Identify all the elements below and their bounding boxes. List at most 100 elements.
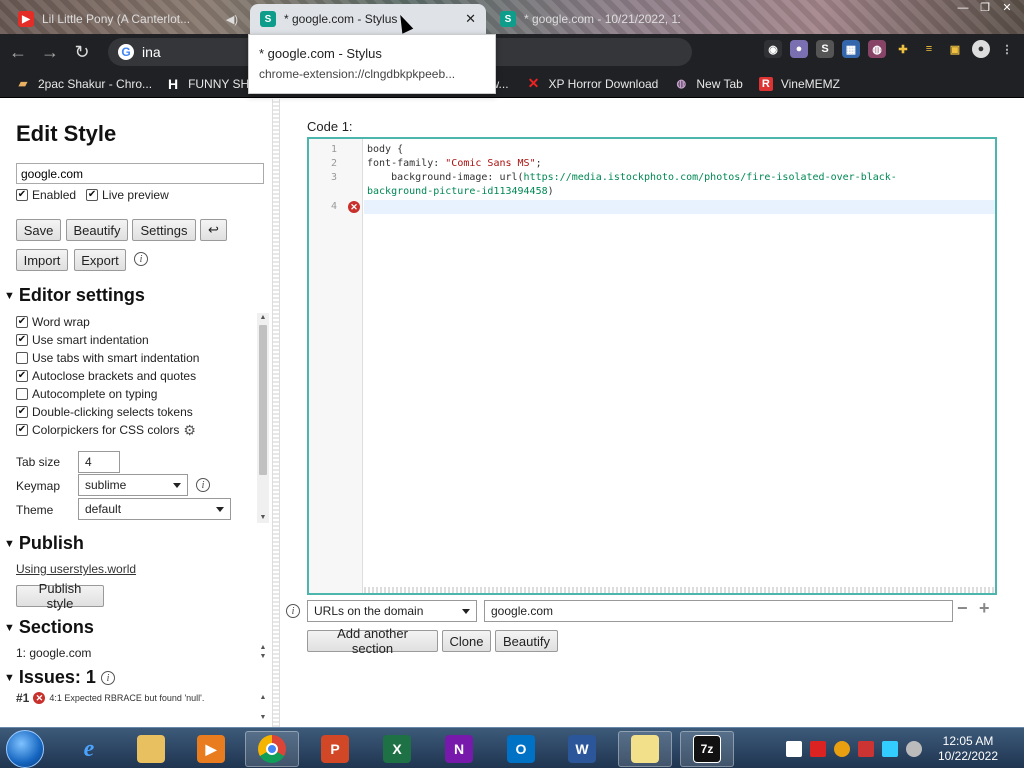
profile-icon[interactable]: ●: [972, 40, 990, 58]
undo-button[interactable]: ↩: [200, 219, 227, 241]
autocomplete-checkbox[interactable]: Autocomplete on typing: [16, 387, 157, 401]
autoclose-checkbox[interactable]: ✔ Autoclose brackets and quotes: [16, 369, 196, 383]
bookmark-item[interactable]: ◍ New Tab: [674, 76, 743, 91]
word-wrap-checkbox[interactable]: ✔ Word wrap: [16, 315, 90, 329]
network-icon[interactable]: [882, 740, 898, 757]
extension-icon[interactable]: ◍: [868, 40, 886, 58]
info-icon[interactable]: i: [101, 671, 115, 685]
scroll-down-icon[interactable]: ▼: [257, 713, 269, 723]
applies-value-input[interactable]: google.com: [484, 600, 953, 622]
stylus-extension-icon[interactable]: S: [816, 40, 834, 58]
extension-icon[interactable]: ▦: [842, 40, 860, 58]
speaker-icon[interactable]: ◀): [226, 13, 238, 26]
remove-applies-icon[interactable]: −: [957, 598, 968, 619]
enabled-checkbox[interactable]: ✔ Enabled: [16, 188, 76, 202]
issue-item[interactable]: #1 ✕ 4:1 Expected RBRACE but found 'null…: [16, 691, 204, 705]
scrollbar-thumb[interactable]: [259, 325, 267, 475]
add-section-button[interactable]: Add another section: [307, 626, 438, 656]
beautify-section-button[interactable]: Beautify: [495, 630, 558, 652]
tabs-smart-indentation-checkbox[interactable]: Use tabs with smart indentation: [16, 351, 199, 365]
tab-stylus-2[interactable]: S * google.com - 10/21/2022, 11...: [490, 4, 690, 34]
word-icon[interactable]: W: [555, 731, 609, 767]
scroll-up-icon[interactable]: ▲: [257, 643, 269, 652]
tab-stylus-active[interactable]: S * google.com - Stylus ✕: [250, 4, 486, 34]
issues-scroll[interactable]: ▲ ▼: [257, 693, 269, 727]
import-button[interactable]: Import: [16, 249, 68, 271]
gear-icon[interactable]: ⚙: [183, 422, 196, 439]
info-icon[interactable]: i: [196, 478, 210, 492]
scroll-up-icon[interactable]: ▲: [257, 693, 269, 703]
info-icon[interactable]: i: [286, 604, 300, 618]
save-button[interactable]: Save: [16, 219, 61, 241]
settings-button[interactable]: Settings: [132, 219, 196, 241]
panel-resize-handle[interactable]: [272, 99, 280, 727]
volume-icon[interactable]: [906, 740, 922, 757]
playlist-icon[interactable]: ≡: [920, 40, 938, 58]
publish-heading[interactable]: ▼ Publish: [4, 533, 84, 554]
live-preview-checkbox[interactable]: ✔ Live preview: [86, 188, 169, 202]
clone-button[interactable]: Clone: [442, 630, 491, 652]
excel-icon[interactable]: X: [370, 731, 424, 767]
system-clock[interactable]: 12:05 AM 10/22/2022: [926, 734, 1010, 764]
scroll-up-icon[interactable]: ▲: [257, 313, 269, 323]
bookmark-item[interactable]: R VineMEMZ: [758, 76, 840, 91]
code-editor[interactable]: 1 2 3 4 ✕ body { font-family: "Comic San…: [307, 137, 997, 595]
forward-icon[interactable]: →: [36, 38, 64, 66]
applies-type-select[interactable]: URLs on the domain: [307, 600, 477, 622]
reload-icon[interactable]: ↻: [68, 38, 96, 66]
scroll-down-icon[interactable]: ▼: [257, 652, 269, 661]
back-icon[interactable]: ←: [4, 38, 32, 66]
smart-indentation-checkbox[interactable]: ✔ Use smart indentation: [16, 333, 149, 347]
sections-scroll[interactable]: ▲ ▼: [257, 643, 269, 661]
tab-size-input[interactable]: 4: [78, 451, 120, 473]
powerpoint-icon[interactable]: P: [308, 731, 362, 767]
section-item[interactable]: 1: google.com: [16, 646, 91, 660]
bookmark-label: New Tab: [696, 76, 743, 91]
export-button[interactable]: Export: [74, 249, 126, 271]
internet-explorer-icon[interactable]: e: [62, 731, 116, 767]
bookmark-item[interactable]: H FUNNY SH: [166, 76, 249, 92]
userstyles-link[interactable]: Using userstyles.world: [16, 562, 136, 576]
theme-select[interactable]: default: [78, 498, 231, 520]
double-click-checkbox[interactable]: ✔ Double-clicking selects tokens: [16, 405, 193, 419]
chevron-down-icon: [173, 483, 181, 488]
editor-settings-heading[interactable]: ▼ Editor settings: [4, 285, 145, 306]
language-icon[interactable]: [786, 740, 802, 757]
bookmark-item[interactable]: ✕ XP Horror Download: [527, 75, 659, 91]
antivirus-icon[interactable]: [810, 740, 826, 757]
scroll-down-icon[interactable]: ▼: [257, 513, 269, 523]
folder-icon[interactable]: [618, 731, 672, 767]
error-icon[interactable]: ✕: [348, 201, 360, 213]
info-icon[interactable]: i: [134, 252, 148, 266]
side-panel-icon[interactable]: ▣: [946, 40, 964, 58]
keymap-select[interactable]: sublime: [78, 474, 188, 496]
style-name-input[interactable]: [16, 163, 264, 184]
minimize-icon[interactable]: —: [952, 0, 974, 16]
bookmark-item[interactable]: ▰ 2pac Shakur - Chro...: [16, 77, 152, 91]
chrome-icon[interactable]: [245, 731, 299, 767]
close-window-icon[interactable]: ✕: [996, 0, 1018, 16]
flag-icon[interactable]: [858, 740, 874, 757]
7zip-icon[interactable]: 7z: [680, 731, 734, 767]
close-icon[interactable]: ✕: [465, 11, 476, 27]
sections-heading[interactable]: ▼ Sections: [4, 617, 94, 638]
explorer-icon[interactable]: [124, 731, 178, 767]
cat-extension-icon[interactable]: ●: [790, 40, 808, 58]
maximize-icon[interactable]: ❐: [974, 0, 996, 16]
media-player-icon[interactable]: ▶: [184, 731, 238, 767]
search-icon[interactable]: [834, 740, 850, 757]
record-icon[interactable]: ◉: [764, 40, 782, 58]
editor-scrollbar[interactable]: [364, 587, 995, 593]
puzzle-icon[interactable]: ✚: [894, 40, 912, 58]
menu-icon[interactable]: ⋮: [998, 40, 1016, 58]
outlook-icon[interactable]: O: [494, 731, 548, 767]
issues-heading[interactable]: ▼ Issues: 1: [4, 667, 96, 688]
beautify-button[interactable]: Beautify: [66, 219, 128, 241]
colorpickers-checkbox[interactable]: ✔ Colorpickers for CSS colors ⚙: [16, 422, 196, 439]
publish-style-button[interactable]: Publish style: [16, 581, 104, 611]
start-button-icon[interactable]: [6, 730, 44, 768]
add-applies-icon[interactable]: +: [979, 598, 990, 619]
tab-youtube[interactable]: ▶ Lil Little Pony (A Canterlot... ◀): [8, 4, 248, 34]
onenote-icon[interactable]: N: [432, 731, 486, 767]
settings-scrollbar[interactable]: ▲ ▼: [257, 313, 269, 523]
